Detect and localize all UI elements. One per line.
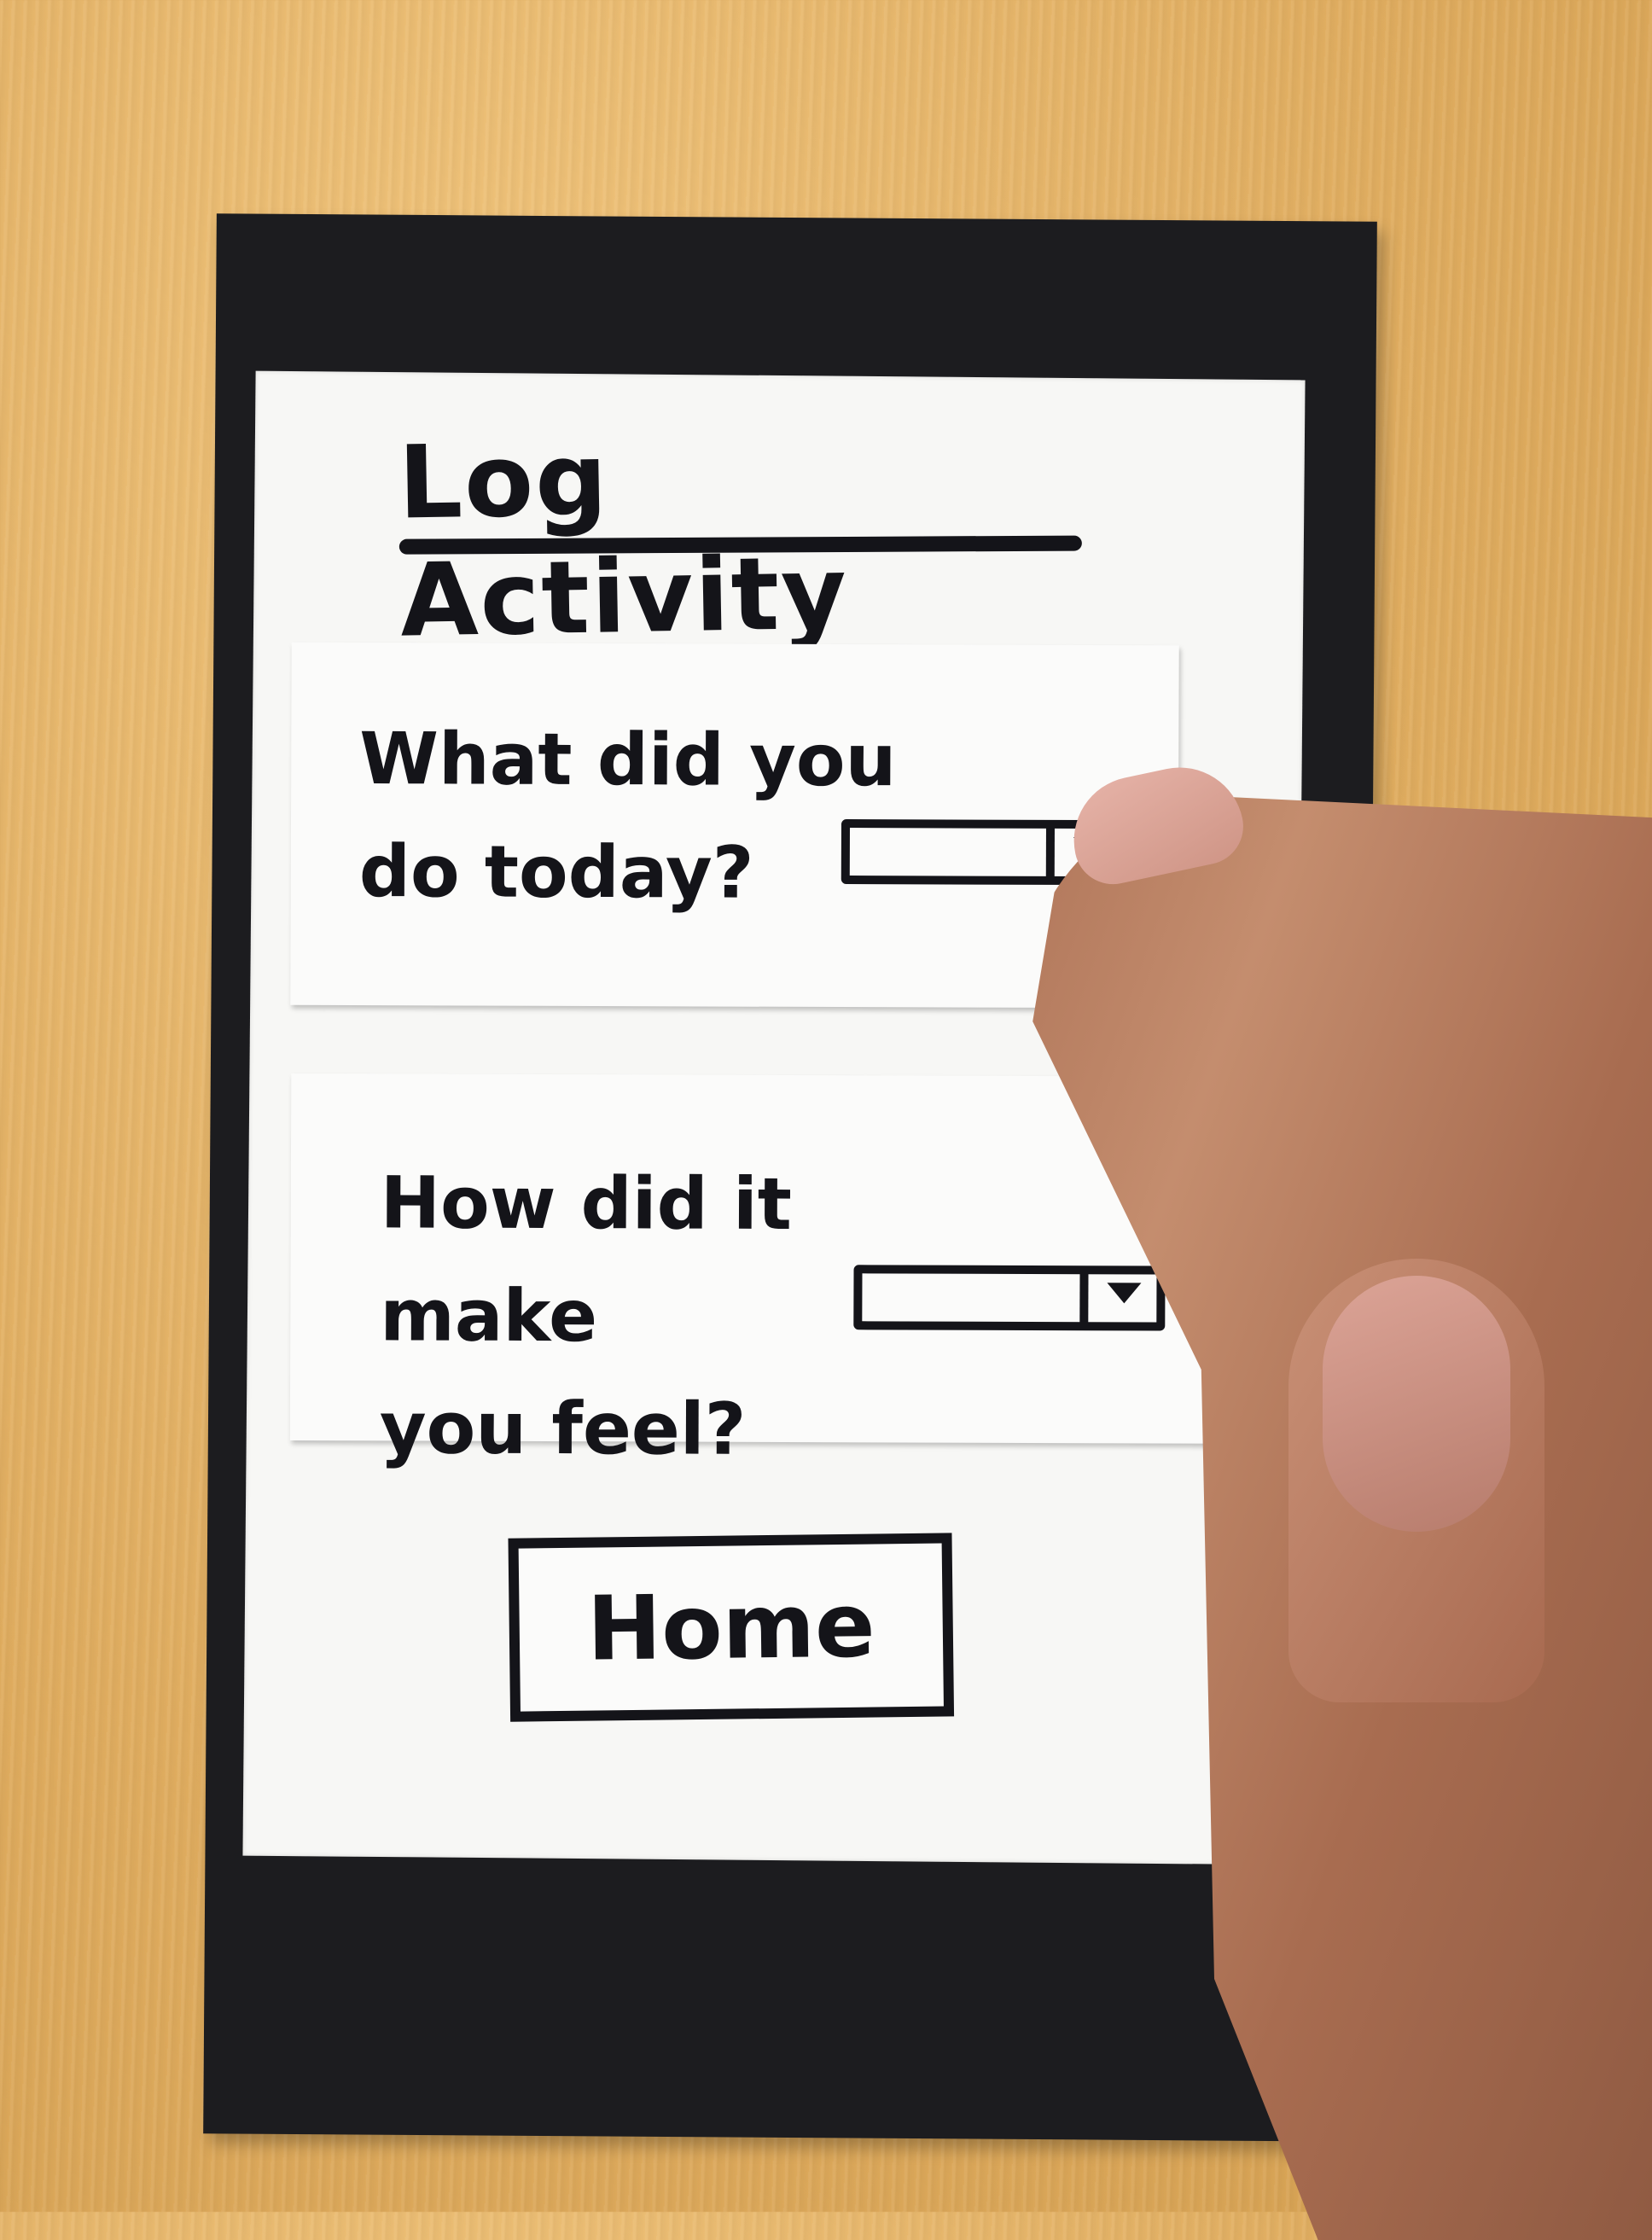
feeling-dropdown[interactable] — [853, 1265, 1166, 1331]
chevron-down-icon[interactable] — [1107, 1283, 1142, 1304]
activity-question-line-2: do today? — [358, 829, 754, 915]
feeling-question-line-2: you feel? — [379, 1386, 747, 1471]
feeling-question-card: How did it make you feel? — [289, 1073, 1235, 1471]
activity-dropdown[interactable] — [841, 819, 1132, 886]
dropdown-divider — [1045, 826, 1055, 878]
chevron-down-icon[interactable] — [1073, 836, 1108, 858]
feeling-question-line-1: How did it make — [380, 1161, 793, 1359]
activity-question-line-1: What did you — [359, 717, 897, 803]
dropdown-divider — [1079, 1272, 1089, 1324]
log-activity-screen: Log Activity What did you do today? How … — [242, 370, 1306, 1865]
activity-question-card: What did you do today? — [290, 642, 1179, 1009]
home-button[interactable]: Home — [508, 1533, 955, 1722]
activity-question-label: What did you do today? — [359, 702, 915, 929]
